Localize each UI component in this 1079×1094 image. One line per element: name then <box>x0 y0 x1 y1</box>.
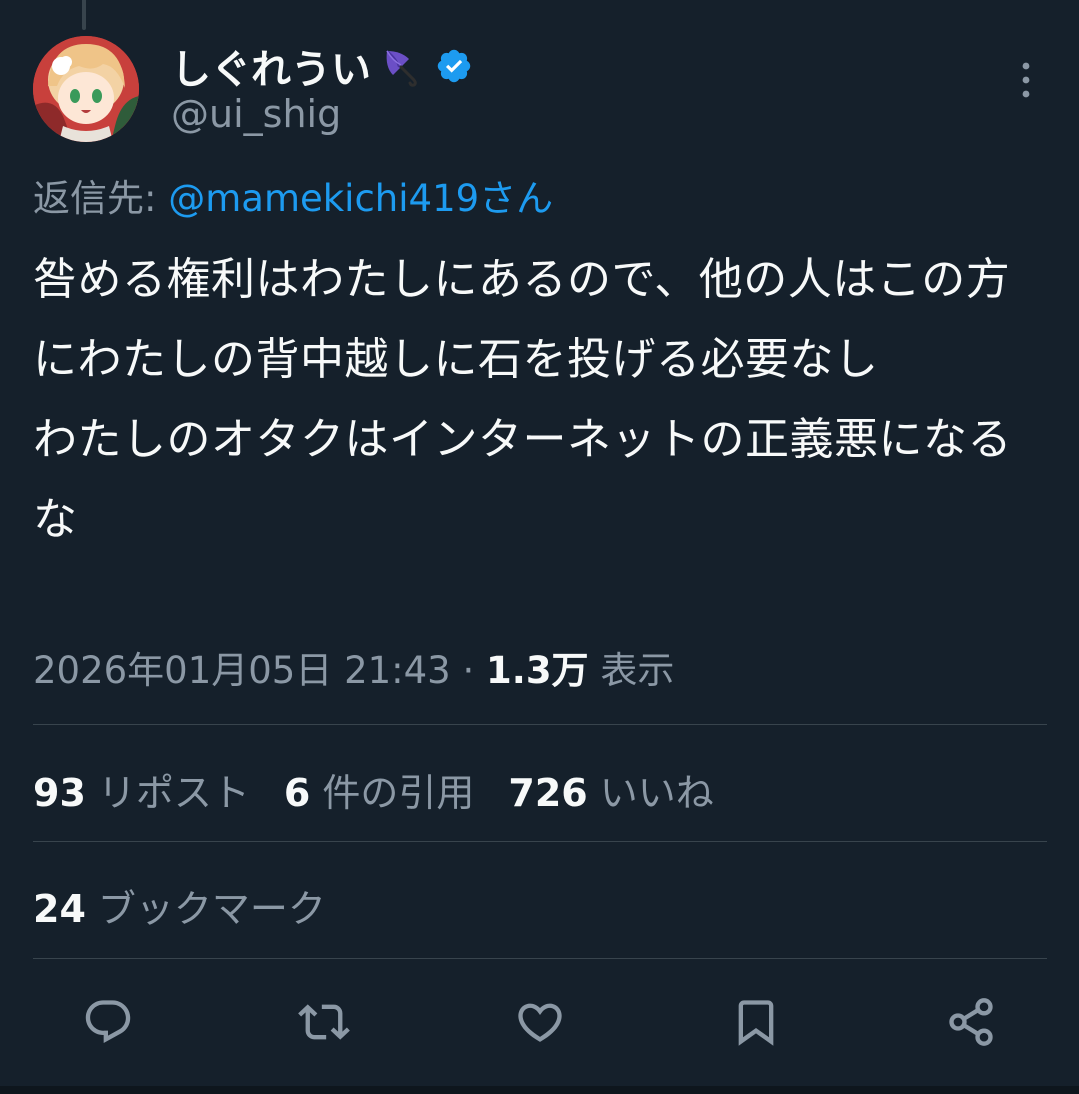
bookmarks-stat[interactable]: 24 ブックマーク <box>33 878 326 933</box>
divider <box>33 958 1047 959</box>
repost-button[interactable] <box>296 994 352 1050</box>
quotes-stat[interactable]: 6 件の引用 <box>284 762 474 817</box>
reply-icon <box>85 1000 131 1044</box>
more-options-button[interactable] <box>1006 58 1046 102</box>
bookmark-icon <box>738 1000 774 1046</box>
verified-badge-icon[interactable] <box>435 47 473 85</box>
tweet-meta: 2026年01月05日 21:43 · 1.3万 表示 <box>33 640 674 694</box>
avatar-image <box>33 36 139 142</box>
reply-button[interactable] <box>80 994 136 1050</box>
timestamp-link[interactable]: 2026年01月05日 21:43 <box>33 649 451 692</box>
divider <box>33 841 1047 842</box>
divider <box>33 724 1047 725</box>
share-icon <box>949 998 993 1046</box>
quotes-count: 6 <box>283 771 311 815</box>
umbrella-icon <box>379 45 421 87</box>
meta-separator: · <box>450 649 487 692</box>
like-icon <box>518 1003 562 1042</box>
engagement-stats-row: 93 リポスト 6 件の引用 726 いいね <box>33 762 748 817</box>
reposts-stat[interactable]: 93 リポスト <box>33 762 250 817</box>
views-count: 1.3万 <box>486 649 589 692</box>
share-button[interactable] <box>943 994 999 1050</box>
more-dots-icon <box>1022 62 1030 98</box>
bottom-edge <box>0 1086 1079 1094</box>
reposts-label: リポスト <box>97 771 250 815</box>
reply-to-prefix: 返信先: <box>33 177 169 220</box>
like-button[interactable] <box>512 994 568 1050</box>
quotes-label: 件の引用 <box>322 771 475 815</box>
reposts-count: 93 <box>33 771 86 815</box>
repost-icon <box>298 1004 350 1040</box>
bookmark-button[interactable] <box>728 994 784 1050</box>
author-name-row[interactable]: しぐれうい <box>171 38 473 94</box>
likes-label: いいね <box>599 771 714 815</box>
tweet-text: 咎める権利はわたしにあるので、他の人はこの方にわたしの背中越しに石を投げる必要な… <box>33 254 1012 545</box>
reply-to-line: 返信先: @mamekichi419さん <box>33 168 553 222</box>
likes-count: 726 <box>508 771 588 815</box>
thread-connector-line <box>82 0 86 30</box>
display-name[interactable]: しぐれうい <box>171 37 371 95</box>
author-handle[interactable]: @ui_shig <box>171 92 341 136</box>
tweet-detail-page: しぐれうい @ui_shig 返信先: @mamekichi419さん 咎める権… <box>0 0 1079 1094</box>
reply-to-mention-link[interactable]: @mamekichi419さん <box>168 177 553 220</box>
views-label: 表示 <box>588 649 675 692</box>
bookmarks-count: 24 <box>33 887 86 931</box>
avatar[interactable] <box>33 36 139 142</box>
likes-stat[interactable]: 726 いいね <box>508 762 713 817</box>
bookmarks-label: ブックマーク <box>97 887 326 931</box>
